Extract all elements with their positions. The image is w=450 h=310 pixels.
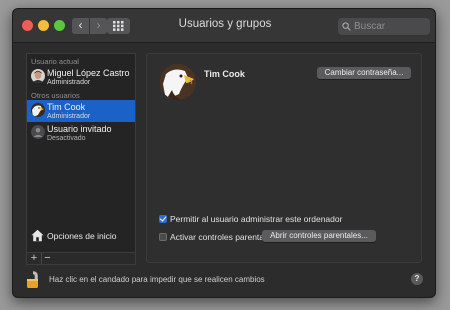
- users-sidebar: Usuario actual Miguel López Castro Admin…: [26, 53, 136, 253]
- allow-admin-option[interactable]: Permitir al usuario administrar este ord…: [159, 214, 342, 226]
- allow-admin-checkbox[interactable]: [159, 215, 167, 223]
- user-detail-panel: Tim Cook Cambiar contraseña... Permitir …: [146, 53, 422, 263]
- user-role: Administrador: [47, 113, 91, 120]
- parental-controls-label: Activar controles parentales: [170, 232, 275, 242]
- eagle-avatar: [31, 103, 45, 117]
- selected-user-name: Tim Cook: [204, 69, 245, 79]
- guest-user-icon: [31, 125, 45, 139]
- change-password-button[interactable]: Cambiar contraseña...: [317, 67, 411, 79]
- title-bar: ‹ › Usuarios y grupos Buscar: [13, 9, 435, 43]
- preferences-window: ‹ › Usuarios y grupos Buscar Usuario act…: [12, 8, 436, 298]
- lock-message: Haz clic en el candado para impedir que …: [49, 275, 265, 284]
- search-icon: [342, 22, 351, 31]
- user-name: Miguel López Castro: [47, 68, 130, 78]
- remove-user-button[interactable]: −: [41, 253, 53, 264]
- allow-admin-label: Permitir al usuario administrar este ord…: [170, 214, 343, 224]
- help-button[interactable]: ?: [411, 273, 423, 285]
- sidebar-user-current[interactable]: Miguel López Castro Administrador: [27, 66, 135, 88]
- lock-icon[interactable]: [26, 271, 40, 294]
- search-placeholder: Buscar: [354, 21, 386, 32]
- add-user-button[interactable]: +: [28, 253, 40, 264]
- house-icon: [31, 229, 44, 242]
- search-field[interactable]: Buscar: [338, 18, 430, 35]
- user-name: Usuario invitado: [47, 124, 112, 134]
- login-options-label: Opciones de inicio: [47, 231, 117, 241]
- avatar: [31, 69, 45, 83]
- parental-controls-option[interactable]: Activar controles parentales: [159, 232, 275, 244]
- login-options-item[interactable]: Opciones de inicio: [27, 228, 135, 244]
- other-users-section-label: Otros usuarios: [31, 91, 80, 100]
- user-picture-eagle[interactable]: [160, 64, 196, 100]
- user-name: Tim Cook: [47, 102, 86, 112]
- current-user-section-label: Usuario actual: [31, 57, 79, 66]
- user-role: Desactivado: [47, 135, 86, 142]
- sidebar-user-tim-cook[interactable]: Tim Cook Administrador: [27, 100, 135, 122]
- sidebar-user-guest[interactable]: Usuario invitado Desactivado: [27, 122, 135, 144]
- add-remove-bar: + −: [26, 253, 136, 265]
- user-role: Administrador: [47, 79, 91, 86]
- open-parental-controls-button[interactable]: Abrir controles parentales...: [262, 230, 376, 242]
- parental-controls-checkbox[interactable]: [159, 233, 167, 241]
